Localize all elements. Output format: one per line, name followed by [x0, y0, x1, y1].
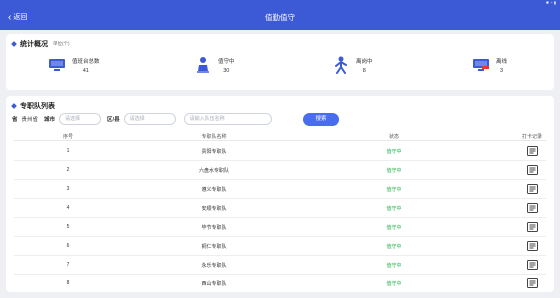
stat-away: 离岗中 8: [332, 56, 373, 74]
table-row: 6 铜仁专职队 值守中: [14, 237, 546, 256]
list-title: 专职队列表: [20, 103, 55, 110]
team-name: 安顺专职队: [201, 205, 227, 212]
stats-section-title: 统计概况 单位(个): [11, 39, 70, 49]
person-seated-icon: [194, 56, 212, 74]
stat-offline-label: 离线: [496, 58, 508, 65]
status-text: 值守中: [386, 280, 402, 287]
column-header-status: 状态: [388, 133, 399, 140]
status-text: 值守中: [386, 262, 402, 269]
app-header: ‹ 返回 值勤值守: [0, 6, 560, 30]
status-text: 值守中: [386, 224, 402, 231]
monitor-icon: [48, 56, 66, 74]
list-section-title: 专职队列表: [11, 101, 55, 111]
column-header-name: 专职队名称: [201, 133, 227, 140]
stat-offline-value: 3: [499, 67, 504, 74]
row-number: 4: [66, 205, 70, 211]
column-header-records: 打卡记录: [521, 133, 542, 140]
team-name: 遵义专职队: [201, 186, 227, 193]
team-name: 贵阳专职队: [201, 148, 227, 155]
stats-unit-label: 单位(个): [53, 41, 70, 46]
stat-total-label: 值班台总数: [72, 58, 100, 65]
table-row: 5 毕节专职队 值守中: [14, 218, 546, 237]
row-number: 7: [66, 262, 70, 268]
clock-record-icon[interactable]: [518, 180, 546, 198]
team-name: 西山专职队: [201, 280, 227, 287]
row-number: 1: [66, 148, 70, 154]
table-row: 1 贵阳专职队 值守中: [14, 142, 546, 161]
stat-offline: 离线 3: [472, 56, 507, 74]
monitor-offline-icon: [472, 56, 490, 74]
row-number: 6: [66, 243, 70, 249]
back-label: 返回: [13, 14, 28, 21]
stat-away-label: 离岗中: [356, 58, 373, 65]
table-row: 2 六盘水专职队 值守中: [14, 161, 546, 180]
table-header: 序号 专职队名称 状态 打卡记录: [14, 131, 546, 141]
district-select[interactable]: 请选择: [123, 113, 176, 125]
team-name: 六盘水专职队: [198, 167, 229, 174]
status-text: 值守中: [386, 148, 402, 155]
row-number: 3: [66, 186, 70, 192]
city-select[interactable]: 请选择: [59, 113, 102, 125]
stats-title: 统计概况: [20, 41, 48, 48]
stat-total-value: 41: [82, 67, 89, 74]
team-list-card: 专职队列表 省 贵州省 城市 请选择 区/县 请选择 请输入队伍名称 搜索 序号…: [6, 96, 554, 292]
person-walking-icon: [332, 56, 350, 74]
team-name: 永乐专职队: [201, 262, 227, 269]
table-row: 4 安顺专职队 值守中: [14, 199, 546, 218]
clock-record-icon[interactable]: [518, 275, 546, 291]
team-name: 铜仁专职队: [201, 243, 227, 250]
stat-on-duty-label: 值守中: [218, 58, 235, 65]
province-label: 省: [12, 117, 18, 123]
column-header-no: 序号: [62, 133, 73, 140]
stat-total: 值班台总数 41: [48, 56, 100, 74]
district-label: 区/县: [107, 117, 120, 123]
back-button[interactable]: ‹ 返回: [8, 6, 27, 30]
team-name: 毕节专职队: [201, 224, 227, 231]
status-text: 值守中: [386, 186, 402, 193]
table-row: 8 西山专职队 值守中: [14, 275, 546, 291]
stat-on-duty: 值守中 30: [194, 56, 235, 74]
clock-record-icon[interactable]: [518, 161, 546, 179]
row-number: 2: [66, 167, 70, 173]
clock-record-icon[interactable]: [518, 218, 546, 236]
section-marker-icon: [11, 41, 17, 47]
page-title: 值勤值守: [265, 13, 295, 22]
search-button[interactable]: 搜索: [303, 113, 339, 126]
table-row: 7 永乐专职队 值守中: [14, 256, 546, 275]
section-marker-icon: [11, 103, 17, 109]
status-text: 值守中: [386, 243, 402, 250]
status-text: 值守中: [386, 205, 402, 212]
clock-record-icon[interactable]: [518, 199, 546, 217]
clock-record-icon[interactable]: [518, 237, 546, 255]
row-number: 8: [66, 280, 70, 286]
stat-on-duty-value: 30: [223, 67, 230, 74]
stats-card: 统计概况 单位(个) 值班台总数 41 值守中 30 离岗中 8 离线 3: [6, 34, 554, 90]
chevron-left-icon: ‹: [8, 12, 12, 23]
stat-away-value: 8: [362, 67, 366, 74]
table-row: 3 遵义专职队 值守中: [14, 180, 546, 199]
clock-record-icon[interactable]: [518, 256, 546, 274]
row-number: 5: [66, 224, 70, 230]
city-label: 城市: [44, 117, 56, 123]
filter-bar: 省 贵州省 城市 请选择 区/县 请选择 请输入队伍名称: [12, 113, 272, 125]
province-select[interactable]: 贵州省: [22, 115, 39, 123]
clock-record-icon[interactable]: [518, 142, 546, 160]
status-text: 值守中: [386, 167, 402, 174]
team-name-search-input[interactable]: 请输入队伍名称: [183, 113, 272, 125]
